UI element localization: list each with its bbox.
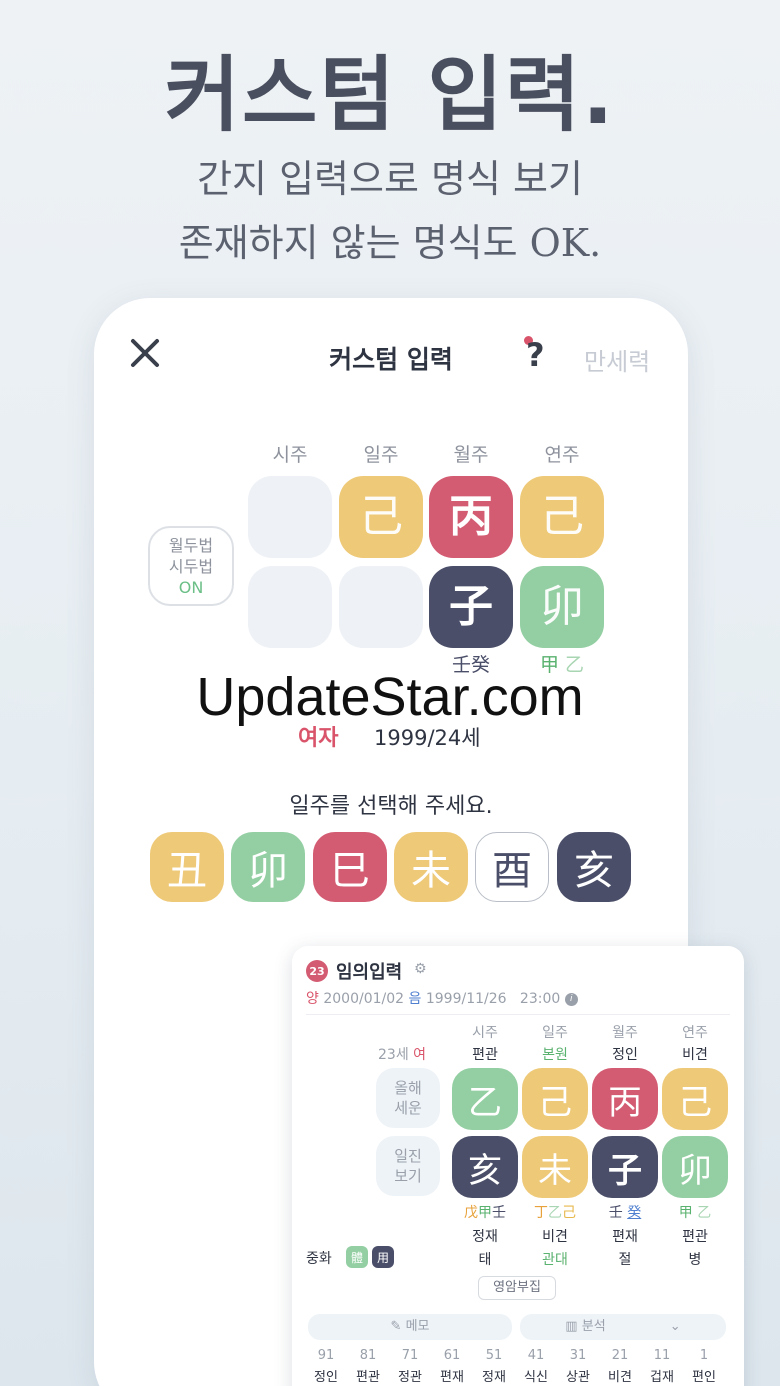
- watermark-text: UpdateStar.com: [196, 667, 584, 727]
- luck-cycle-age[interactable]: 71: [390, 1348, 430, 1363]
- pillar-label-month: 월주: [453, 444, 489, 466]
- year-stem-char: 己: [540, 491, 584, 542]
- divider: [306, 1014, 730, 1015]
- calendar-button[interactable]: 만세력: [584, 342, 650, 377]
- card-branch-god: 비견: [542, 1229, 568, 1245]
- day-branch-slot[interactable]: [339, 566, 423, 648]
- hour-branch-slot[interactable]: [248, 566, 332, 648]
- help-button[interactable]: ?: [526, 336, 545, 374]
- age-badge: 23: [306, 960, 328, 982]
- card-life-stage: 태: [478, 1252, 492, 1268]
- card-stem-tile[interactable]: 己: [662, 1068, 728, 1130]
- year-stem-tile[interactable]: 己: [520, 476, 604, 558]
- month-branch-tile[interactable]: 子: [429, 566, 513, 648]
- chevron-down-icon: ⌄: [669, 1319, 681, 1334]
- luck-cycle-god: 편관: [356, 1370, 380, 1385]
- luck-cycle-age[interactable]: 61: [432, 1348, 472, 1363]
- gear-icon[interactable]: ⚙: [414, 961, 427, 977]
- card-stem-tile[interactable]: 己: [522, 1068, 588, 1130]
- luck-cycle-god: 식신: [524, 1370, 548, 1385]
- card-branch-tile[interactable]: 子: [592, 1136, 658, 1198]
- month-branch-char: 子: [449, 581, 493, 632]
- balance-chip-body[interactable]: 體: [346, 1246, 368, 1268]
- day-stem-char: 己: [359, 491, 403, 542]
- luck-cycle-age[interactable]: 1: [684, 1348, 724, 1363]
- pillar-label-day: 일주: [363, 444, 399, 466]
- luck-cycle-god: 상관: [566, 1370, 590, 1385]
- luck-cycle-age[interactable]: 51: [474, 1348, 514, 1363]
- branch-choice-you[interactable]: 酉: [475, 832, 549, 902]
- card-stem-tile[interactable]: 丙: [592, 1068, 658, 1130]
- month-stem-tile[interactable]: 丙: [429, 476, 513, 558]
- branch-choice-hai[interactable]: 亥: [557, 832, 631, 902]
- branch-choice-mao[interactable]: 卯: [231, 832, 305, 902]
- yearly-luck-button[interactable]: 올해 세운: [376, 1068, 440, 1128]
- card-ten-god: 정인: [612, 1047, 638, 1063]
- card-hidden-stems: 丁乙己: [534, 1205, 576, 1221]
- card-hidden-stems: 壬 癸: [608, 1205, 642, 1221]
- rule-toggle-button[interactable]: 월두법 시두법 ON: [148, 526, 234, 606]
- card-dates: 양 2000/01/02 음 1999/11/26 23:00 i: [306, 988, 578, 1008]
- branch-choice-wei[interactable]: 未: [394, 832, 468, 902]
- luck-cycle-god: 정인: [314, 1370, 338, 1385]
- luck-cycle-god: 정관: [398, 1370, 422, 1385]
- luck-cycle-age[interactable]: 41: [516, 1348, 556, 1363]
- memo-button[interactable]: ✎ 메모: [308, 1314, 512, 1340]
- card-hidden-stems: 戊甲壬: [464, 1205, 506, 1221]
- card-stem-tile[interactable]: 乙: [452, 1068, 518, 1130]
- chart-detail-card: 23 임의입력 ⚙ 양 2000/01/02 음 1999/11/26 23:0…: [292, 946, 744, 1386]
- card-branch-tile[interactable]: 未: [522, 1136, 588, 1198]
- luck-cycle-god: 편인: [692, 1370, 716, 1385]
- pillar-label-hour: 시주: [272, 444, 308, 466]
- promo-title: 커스텀 입력.: [164, 48, 616, 143]
- card-title: 임의입력: [336, 962, 403, 983]
- hour-stem-slot[interactable]: [248, 476, 332, 558]
- luck-cycle-god: 비견: [608, 1370, 632, 1385]
- daily-luck-button[interactable]: 일진 보기: [376, 1136, 440, 1196]
- branch-choice-chou[interactable]: 丑: [150, 832, 224, 902]
- balance-label: 중화: [306, 1251, 332, 1267]
- year-branch-tile[interactable]: 卯: [520, 566, 604, 648]
- pencil-icon: ✎: [390, 1319, 402, 1334]
- pillar-label-year: 연주: [544, 444, 580, 466]
- card-col-label: 연주: [682, 1025, 708, 1041]
- card-age: 23세 여: [378, 1047, 427, 1063]
- card-life-stage: 병: [688, 1252, 702, 1268]
- luck-cycle-age[interactable]: 91: [306, 1348, 346, 1363]
- card-hidden-stems: 甲 乙: [678, 1205, 712, 1221]
- select-prompt: 일주를 선택해 주세요.: [289, 794, 493, 819]
- card-life-stage: 절: [618, 1252, 632, 1268]
- card-branch-god: 편관: [682, 1229, 708, 1245]
- yinyang-button[interactable]: 영암부집: [478, 1276, 556, 1300]
- info-icon: i: [564, 992, 578, 1006]
- luck-cycle-age[interactable]: 21: [600, 1348, 640, 1363]
- card-ten-god: 본원: [542, 1047, 568, 1063]
- month-stem-char: 丙: [449, 491, 493, 542]
- card-branch-god: 편재: [612, 1229, 638, 1245]
- luck-cycle-age[interactable]: 31: [558, 1348, 598, 1363]
- promo-subtitle-1: 간지 입력으로 명식 보기: [197, 157, 583, 201]
- analysis-button[interactable]: ▥ 분석 ⌄: [520, 1314, 726, 1340]
- luck-cycle-age[interactable]: 81: [348, 1348, 388, 1363]
- card-col-label: 일주: [542, 1025, 568, 1041]
- promo-subtitle-2: 존재하지 않는 명식도 OK.: [178, 221, 602, 265]
- card-col-label: 시주: [472, 1025, 498, 1041]
- balance-chip-use[interactable]: 用: [372, 1246, 394, 1268]
- bar-chart-icon: ▥: [565, 1319, 578, 1334]
- card-life-stage: 관대: [542, 1252, 568, 1268]
- card-ten-god: 편관: [472, 1047, 498, 1063]
- card-branch-tile[interactable]: 卯: [662, 1136, 728, 1198]
- luck-cycle-god: 겁재: [650, 1370, 674, 1385]
- branch-choice-si[interactable]: 巳: [313, 832, 387, 902]
- card-ten-god: 비견: [682, 1047, 708, 1063]
- app-header: 커스텀 입력 ? 만세력: [94, 298, 688, 418]
- card-branch-god: 정재: [472, 1229, 498, 1245]
- day-stem-tile[interactable]: 己: [339, 476, 423, 558]
- card-branch-tile[interactable]: 亥: [452, 1136, 518, 1198]
- luck-cycle-god: 정재: [482, 1370, 506, 1385]
- luck-cycle-age[interactable]: 11: [642, 1348, 682, 1363]
- luck-cycle-god: 편재: [440, 1370, 464, 1385]
- year-branch-char: 卯: [540, 581, 584, 632]
- card-col-label: 월주: [612, 1025, 638, 1041]
